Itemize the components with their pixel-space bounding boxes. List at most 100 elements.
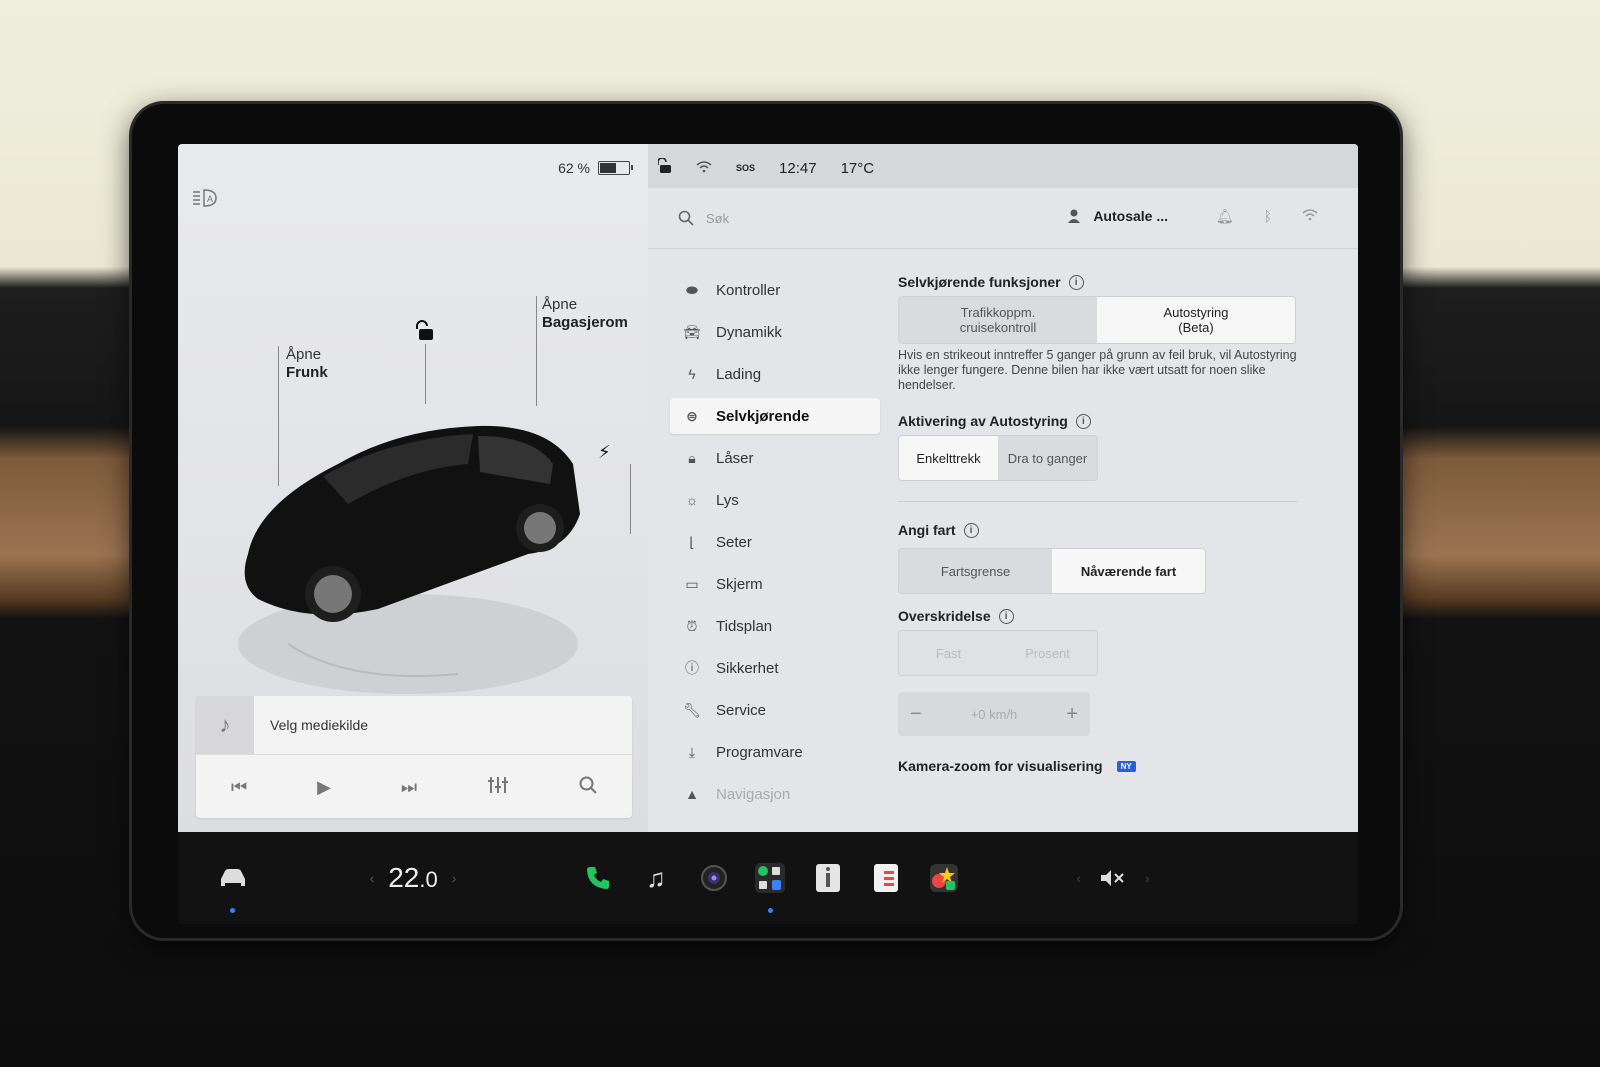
lock-status-icon[interactable] bbox=[657, 157, 672, 178]
search-bar[interactable]: Søk Autosale ... 🔔︎ ᛒ bbox=[648, 188, 1358, 249]
outside-temperature: 17°C bbox=[840, 159, 875, 177]
open-frunk-label[interactable]: Åpne Frunk bbox=[286, 346, 328, 382]
option-double-pull[interactable]: Dra to ganger bbox=[998, 436, 1097, 480]
download-icon: ⤓ bbox=[688, 743, 696, 760]
wifi-icon[interactable] bbox=[1302, 208, 1318, 225]
lock-icon: 🔒︎ bbox=[688, 449, 696, 466]
menu-item-navigasjon[interactable]: ▲ Navigasjon bbox=[670, 776, 880, 812]
clock: 12:47 bbox=[779, 159, 817, 177]
info-icon[interactable]: i bbox=[1075, 413, 1091, 429]
recents-app[interactable] bbox=[750, 832, 790, 924]
activation-title: Aktivering av Autostyring i bbox=[898, 413, 1298, 429]
trunk-label-line1: Åpne bbox=[542, 296, 578, 313]
chevron-right-icon[interactable]: › bbox=[1145, 870, 1150, 886]
profile-icon bbox=[1068, 209, 1081, 223]
option-current-speed[interactable]: Nåværende fart bbox=[1052, 549, 1205, 593]
option-traffic-aware-cruise[interactable]: Trafikkoppm. cruisekontroll bbox=[899, 297, 1097, 343]
self-driving-selector: Trafikkoppm. cruisekontroll Autostyring … bbox=[898, 296, 1296, 344]
trunk-leader-line bbox=[536, 296, 537, 406]
next-track-icon[interactable]: ⏭ bbox=[401, 777, 417, 798]
temperature-control[interactable]: ‹ 22.0 › bbox=[358, 832, 468, 924]
menu-item-programvare[interactable]: ⤓ Programvare bbox=[670, 734, 880, 770]
chevron-left-icon[interactable]: ‹ bbox=[370, 870, 375, 886]
phone-icon bbox=[587, 867, 609, 889]
option-speed-limit[interactable]: Fartsgrense bbox=[899, 549, 1052, 593]
search-icon bbox=[678, 210, 694, 226]
new-badge: NY bbox=[1116, 760, 1136, 772]
minus-icon[interactable]: − bbox=[910, 703, 922, 726]
unlocked-icon[interactable] bbox=[414, 320, 436, 342]
auto-headlight-icon[interactable]: A bbox=[192, 188, 220, 210]
wrench-icon: 🔧︎ bbox=[683, 701, 701, 718]
option-autosteer[interactable]: Autostyring (Beta) bbox=[1097, 297, 1295, 343]
seat-icon: ⌊ bbox=[689, 533, 695, 550]
calendar-app[interactable] bbox=[866, 832, 906, 924]
phone-app[interactable] bbox=[578, 832, 618, 924]
manual-app[interactable] bbox=[808, 832, 848, 924]
navigation-icon: ▲ bbox=[685, 786, 699, 802]
media-player: ♪ Velg mediekilde ⏮ ▶ ⏭ bbox=[196, 696, 632, 818]
menu-item-tidsplan[interactable]: ⏰︎ Tidsplan bbox=[670, 608, 880, 644]
volume-control[interactable]: ‹ › bbox=[1058, 832, 1168, 924]
option-single-pull[interactable]: Enkelttrekk bbox=[899, 436, 998, 480]
toggle-icon: ⬬ bbox=[686, 281, 698, 298]
menu-item-sikkerhet[interactable]: ⓘ Sikkerhet bbox=[670, 650, 880, 686]
media-source-row[interactable]: ♪ Velg mediekilde bbox=[196, 696, 632, 755]
play-icon[interactable]: ▶ bbox=[317, 777, 331, 798]
equalizer-icon[interactable] bbox=[487, 776, 509, 799]
info-icon[interactable]: i bbox=[963, 522, 979, 538]
music-note-icon: ♪ bbox=[196, 696, 254, 754]
menu-item-dynamikk[interactable]: 🚘︎ Dynamikk bbox=[670, 314, 880, 350]
autopilot-settings: Selvkjørende funksjoner i Trafikkoppm. c… bbox=[898, 274, 1298, 774]
music-app[interactable]: ♫ bbox=[636, 832, 676, 924]
display-icon: ▭ bbox=[685, 575, 699, 592]
self-driving-title: Selvkjørende funksjoner i bbox=[898, 274, 1298, 290]
car-button[interactable] bbox=[208, 832, 258, 924]
sos-indicator: SOS bbox=[736, 163, 756, 173]
offset-selector: Fast Prosent bbox=[898, 630, 1098, 676]
charge-port-bolt-icon[interactable]: ⚡ bbox=[598, 442, 611, 463]
bell-icon[interactable]: 🔔︎ bbox=[1216, 208, 1234, 225]
bluetooth-icon[interactable]: ᛒ bbox=[1264, 208, 1272, 225]
menu-item-seter[interactable]: ⌊ Seter bbox=[670, 524, 880, 560]
search-input[interactable]: Søk bbox=[706, 211, 729, 226]
option-percent[interactable]: Prosent bbox=[998, 631, 1097, 675]
notes-icon bbox=[874, 864, 898, 892]
info-icon[interactable]: i bbox=[1068, 274, 1084, 290]
chevron-left-icon[interactable]: ‹ bbox=[1076, 870, 1081, 886]
strikeout-description: Hvis en strikeout inntreffer 5 ganger på… bbox=[898, 348, 1297, 392]
plus-icon[interactable]: + bbox=[1066, 703, 1078, 726]
option-fixed[interactable]: Fast bbox=[899, 631, 998, 675]
menu-item-service[interactable]: 🔧︎ Service bbox=[670, 692, 880, 728]
wifi-status-icon bbox=[696, 160, 712, 177]
menu-item-skjerm[interactable]: ▭ Skjerm bbox=[670, 566, 880, 602]
offset-title: Overskridelse i bbox=[898, 608, 1298, 624]
frunk-label-line1: Åpne bbox=[286, 346, 322, 363]
menu-item-kontroller[interactable]: ⬬ Kontroller bbox=[670, 272, 880, 308]
active-dot bbox=[768, 908, 773, 913]
car-icon bbox=[221, 869, 245, 886]
menu-item-lys[interactable]: ☼ Lys bbox=[670, 482, 880, 518]
open-trunk-label[interactable]: Åpne Bagasjerom bbox=[542, 296, 628, 332]
driver-profile-button[interactable]: Autosale ... bbox=[1067, 208, 1168, 224]
toybox-icon bbox=[930, 864, 958, 892]
profile-name: Autosale ... bbox=[1093, 208, 1168, 224]
info-icon[interactable]: i bbox=[998, 608, 1014, 624]
toybox-app[interactable] bbox=[924, 832, 964, 924]
section-divider bbox=[898, 501, 1298, 502]
settings-menu: ⬬ Kontroller 🚘︎ Dynamikk ϟ Lading ⊜ Selvkjør… bbox=[670, 272, 880, 818]
menu-item-lading[interactable]: ϟ Lading bbox=[670, 356, 880, 392]
set-speed-selector: Fartsgrense Nåværende fart bbox=[898, 548, 1206, 594]
camera-icon bbox=[701, 865, 727, 891]
media-source-label: Velg mediekilde bbox=[270, 717, 369, 733]
taskbar: ‹ 22.0 › ♫ ‹ › bbox=[178, 832, 1358, 924]
menu-item-laser[interactable]: 🔒︎ Låser bbox=[670, 440, 880, 476]
music-note-icon: ♫ bbox=[646, 862, 666, 893]
previous-track-icon[interactable]: ⏮ bbox=[231, 777, 247, 798]
battery-status: 62 % bbox=[558, 160, 633, 176]
chevron-right-icon[interactable]: › bbox=[452, 870, 457, 886]
media-search-icon[interactable] bbox=[579, 776, 597, 799]
camera-app[interactable] bbox=[694, 832, 734, 924]
menu-item-selvkjorende[interactable]: ⊜ Selvkjørende bbox=[670, 398, 880, 434]
offset-stepper: − +0 km/h + bbox=[898, 692, 1090, 736]
